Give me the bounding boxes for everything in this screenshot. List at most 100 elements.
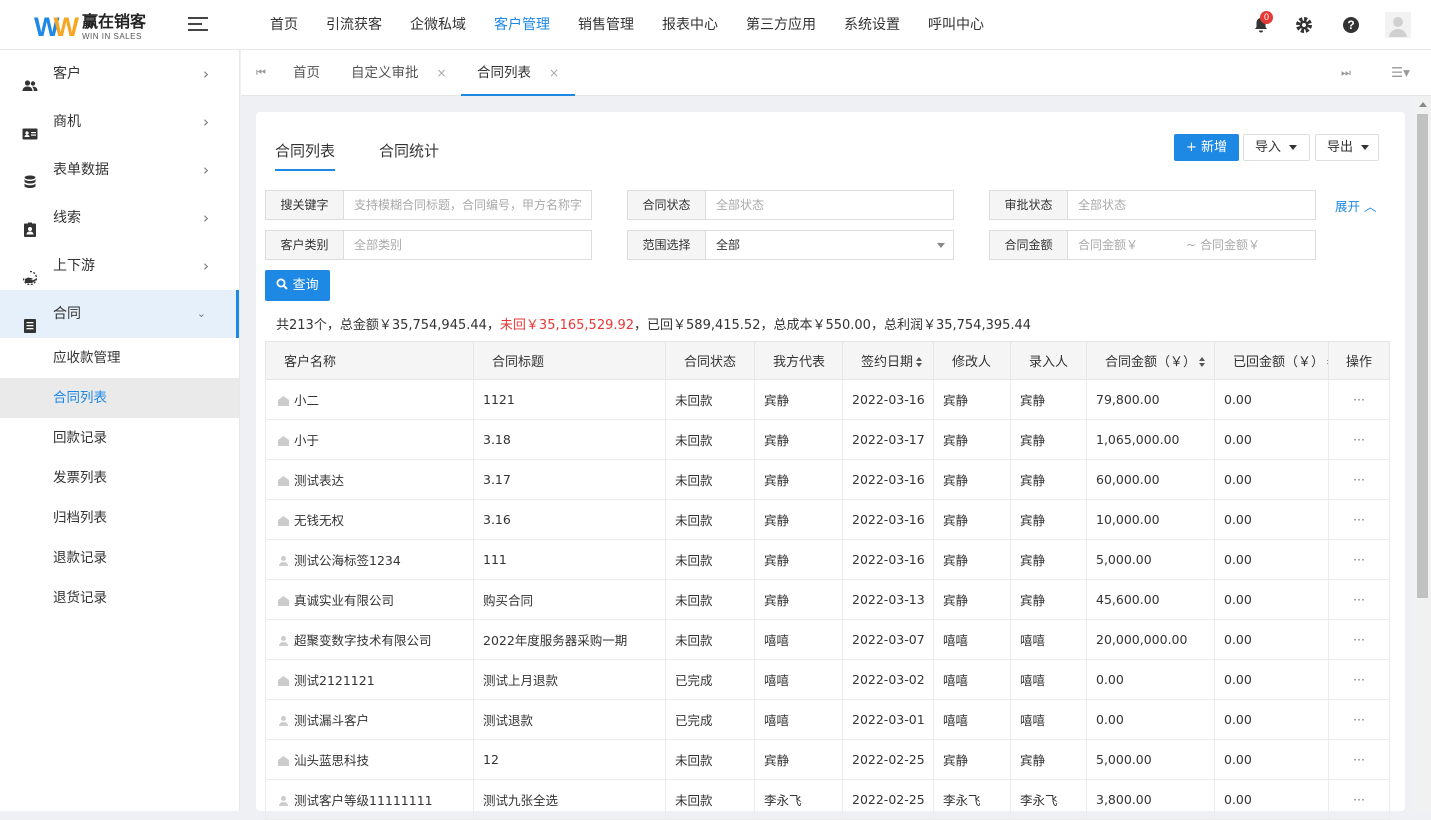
sidebar-item[interactable]: 上下游 › xyxy=(0,242,239,290)
tabs-last-icon[interactable]: ⏭ xyxy=(1341,50,1351,96)
table-cell-ops[interactable]: ··· xyxy=(1328,459,1390,500)
bell-icon[interactable]: 0 xyxy=(1250,11,1273,36)
status-select[interactable]: 全部状态 xyxy=(706,191,953,219)
sidebar-subitem[interactable]: 退款记录 xyxy=(0,538,239,578)
table-row[interactable]: 测试客户等级11111111 测试九张全选 未回款 李永飞 2022-02-25 李永飞 李… xyxy=(265,779,1390,820)
tab-contract-stats[interactable]: 合同统计 xyxy=(379,140,439,161)
table-cell-ops[interactable]: ··· xyxy=(1328,419,1390,460)
table-row[interactable]: 测试公海标签1234 111 未回款 宾静 2022-03-16 宾静 宾静 5,000.00… xyxy=(265,539,1390,580)
customer-name-link[interactable]: 无钱无权 xyxy=(294,513,344,528)
page-scrollbar[interactable] xyxy=(1414,96,1431,811)
sidebar-item[interactable]: 商机 › xyxy=(0,98,239,146)
customer-name-link[interactable]: 测试客户等级11111111 xyxy=(294,793,433,808)
tabs-menu-icon[interactable]: ☰▾ xyxy=(1391,50,1410,96)
more-actions-icon[interactable]: ··· xyxy=(1353,432,1365,447)
table-cell-ops[interactable]: ··· xyxy=(1328,699,1390,740)
approval-select[interactable]: 全部状态 xyxy=(1068,191,1315,219)
tab-contract-list-view[interactable]: 合同列表 xyxy=(275,140,336,171)
table-row[interactable]: 超聚变数字技术有限公司 2022年度服务器采购一期 未回款 嘻嘻 2022-03-07 嘻… xyxy=(265,619,1390,660)
expand-filters-link[interactable]: 展开 ︿ xyxy=(1335,196,1377,215)
table-cell-ops[interactable]: ··· xyxy=(1328,619,1390,660)
sort-icon[interactable] xyxy=(1199,357,1206,368)
more-actions-icon[interactable]: ··· xyxy=(1353,392,1365,407)
table-row[interactable]: 汕头蓝思科技 12 未回款 宾静 2022-02-25 宾静 宾静 5,000.00 0.00 ·… xyxy=(265,739,1390,780)
more-actions-icon[interactable]: ··· xyxy=(1353,592,1365,607)
sidebar-subitem[interactable]: 归档列表 xyxy=(0,498,239,538)
topnav-item[interactable]: 首页 xyxy=(256,0,312,50)
sort-icon[interactable] xyxy=(916,357,923,368)
customer-name-link[interactable]: 小二 xyxy=(294,393,319,408)
customer-name-link[interactable]: 测试漏斗客户 xyxy=(294,713,369,728)
import-button[interactable]: 导入 xyxy=(1243,134,1310,161)
customer-name-link[interactable]: 测试公海标签1234 xyxy=(294,553,401,568)
table-cell-ops[interactable]: ··· xyxy=(1328,539,1390,580)
sidebar-item[interactable]: 客户 › xyxy=(0,50,239,98)
menu-toggle-icon[interactable] xyxy=(188,17,208,33)
amount-max-input[interactable]: 合同金额￥ xyxy=(1200,238,1260,252)
sidebar-subitem[interactable]: 应收款管理 xyxy=(0,338,239,378)
table-cell-ops[interactable]: ··· xyxy=(1328,739,1390,780)
topnav-item[interactable]: 报表中心 xyxy=(648,0,732,50)
more-actions-icon[interactable]: ··· xyxy=(1353,632,1365,647)
table-cell-ops[interactable]: ··· xyxy=(1328,579,1390,620)
sidebar-item[interactable]: 表单数据 › xyxy=(0,146,239,194)
scroll-up-icon[interactable] xyxy=(1419,102,1427,107)
topnav-item[interactable]: 销售管理 xyxy=(564,0,648,50)
table-cell-ops[interactable]: ··· xyxy=(1328,779,1390,820)
dark-mode-icon[interactable] xyxy=(1201,14,1223,36)
export-button[interactable]: 导出 xyxy=(1315,134,1379,161)
tab-contract-list[interactable]: 合同列表 × xyxy=(461,50,576,96)
more-actions-icon[interactable]: ··· xyxy=(1353,552,1365,567)
tab-home[interactable]: 首页 xyxy=(293,50,320,96)
table-row[interactable]: 测试漏斗客户 测试退款 已完成 嘻嘻 2022-03-01 嘻嘻 嘻嘻 0.00 0.00 ··· xyxy=(265,699,1390,740)
table-cell-ops[interactable]: ··· xyxy=(1328,659,1390,700)
customer-name-link[interactable]: 测试2121121 xyxy=(294,673,375,688)
query-button[interactable]: 查询 xyxy=(265,270,330,301)
close-icon[interactable]: × xyxy=(549,66,559,80)
table-row[interactable]: 无钱无权 3.16 未回款 宾静 2022-03-16 宾静 宾静 10,000.00 0.00… xyxy=(265,499,1390,540)
table-row[interactable]: 测试表达 3.17 未回款 宾静 2022-03-16 宾静 宾静 60,000.00 0.00… xyxy=(265,459,1390,500)
topnav-item[interactable]: 企微私域 xyxy=(396,0,480,50)
scrollbar-thumb[interactable] xyxy=(1417,114,1428,598)
topnav-item[interactable]: 呼叫中心 xyxy=(914,0,998,50)
tabs-first-icon[interactable]: ⏮ xyxy=(256,50,266,96)
sidebar-subitem[interactable]: 退货记录 xyxy=(0,578,239,618)
tab-custom-approval[interactable]: 自定义审批 × xyxy=(351,50,447,96)
keyword-input[interactable]: 支持模糊合同标题，合同编号，甲方名称字 xyxy=(344,191,591,219)
topnav-item[interactable]: 引流获客 xyxy=(312,0,396,50)
more-actions-icon[interactable]: ··· xyxy=(1353,512,1365,527)
sidebar-subitem[interactable]: 回款记录 xyxy=(0,418,239,458)
amount-min-input[interactable]: 合同金额￥ xyxy=(1078,231,1186,259)
avatar[interactable] xyxy=(1385,12,1411,38)
customer-type-select[interactable]: 全部类别 xyxy=(344,231,591,259)
customer-name-link[interactable]: 汕头蓝思科技 xyxy=(294,753,369,768)
table-cell-ops[interactable]: ··· xyxy=(1328,499,1390,540)
sidebar-item[interactable]: 合同 ⌄ xyxy=(0,290,239,338)
more-actions-icon[interactable]: ··· xyxy=(1353,672,1365,687)
more-actions-icon[interactable]: ··· xyxy=(1353,712,1365,727)
table-row[interactable]: 小于 3.18 未回款 宾静 2022-03-17 宾静 宾静 1,065,000.00 0.0… xyxy=(265,419,1390,460)
add-contract-button[interactable]: + 新增 xyxy=(1174,134,1240,161)
more-actions-icon[interactable]: ··· xyxy=(1353,752,1365,767)
topnav-item[interactable]: 第三方应用 xyxy=(732,0,830,50)
scope-select[interactable]: 全部 xyxy=(706,231,953,259)
customer-name-link[interactable]: 小于 xyxy=(294,433,319,448)
sidebar-item[interactable]: 线索 › xyxy=(0,194,239,242)
sidebar-subitem[interactable]: 合同列表 xyxy=(0,378,239,418)
customer-name-link[interactable]: 真诚实业有限公司 xyxy=(294,593,394,608)
more-actions-icon[interactable]: ··· xyxy=(1353,792,1365,807)
help-icon[interactable]: ? xyxy=(1340,14,1362,36)
close-icon[interactable]: × xyxy=(437,66,447,80)
topnav-item[interactable]: 系统设置 xyxy=(830,0,914,50)
table-cell-ops[interactable]: ··· xyxy=(1328,379,1390,420)
sidebar-subitem[interactable]: 发票列表 xyxy=(0,458,239,498)
table-row[interactable]: 真诚实业有限公司 购买合同 未回款 宾静 2022-03-13 宾静 宾静 45,600.00… xyxy=(265,579,1390,620)
table-row[interactable]: 小二 1121 未回款 宾静 2022-03-16 宾静 宾静 79,800.00 0.00 ··… xyxy=(265,379,1390,420)
customer-name-link[interactable]: 超聚变数字技术有限公司 xyxy=(294,633,432,648)
topnav-item[interactable]: 客户管理 xyxy=(480,0,564,50)
table-row[interactable]: 测试2121121 测试上月退款 已完成 嘻嘻 2022-03-02 嘻嘻 嘻嘻 0.00 0.… xyxy=(265,659,1390,700)
customer-name-link[interactable]: 测试表达 xyxy=(294,473,344,488)
gear-icon[interactable] xyxy=(1293,14,1315,36)
more-actions-icon[interactable]: ··· xyxy=(1353,472,1365,487)
app-logo[interactable]: WW 赢在销客 WIN IN SALES xyxy=(34,13,164,42)
